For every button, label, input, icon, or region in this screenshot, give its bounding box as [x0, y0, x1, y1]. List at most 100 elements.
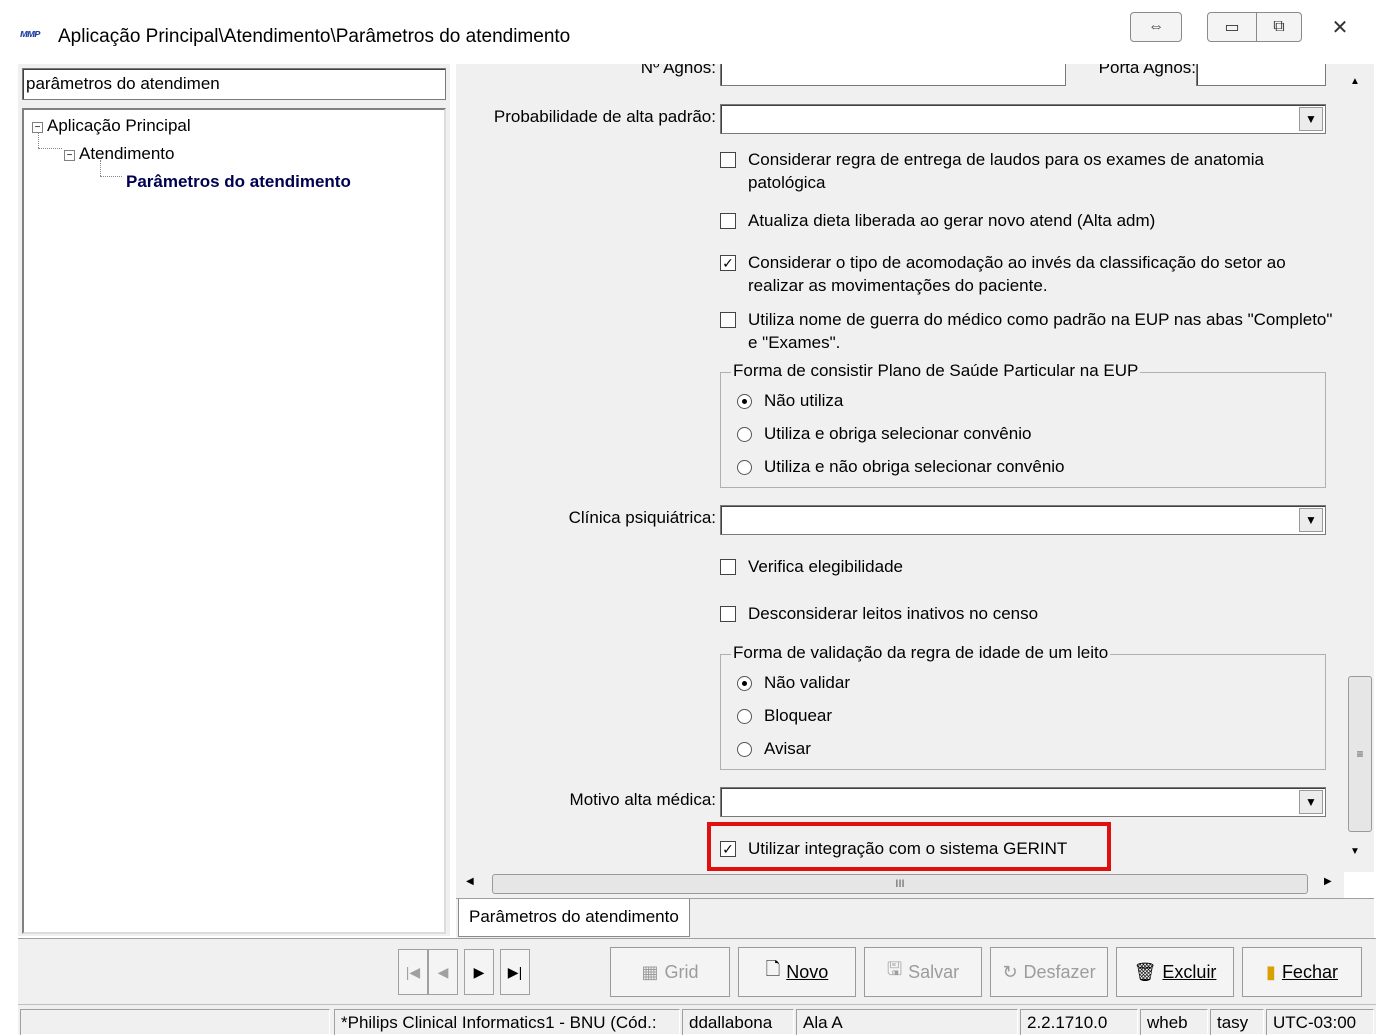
close-icon: ✕ [1331, 16, 1349, 39]
minimize-button[interactable]: ▭ [1207, 12, 1257, 42]
group-idade-title: Forma de validação da regra de idade de … [731, 643, 1111, 663]
salvar-button[interactable]: 🖫 Salvar [864, 947, 982, 997]
radio-idade-nao-validar[interactable]: Não validar [737, 673, 850, 693]
check-dieta[interactable]: Atualiza dieta liberada ao gerar novo at… [720, 209, 1340, 232]
radio-icon[interactable] [737, 708, 752, 724]
grid-icon: ▦ [641, 961, 659, 982]
radio-plano-nao-utiliza[interactable]: Não utiliza [737, 391, 843, 411]
check-leitos[interactable]: Desconsiderar leitos inativos no censo [720, 602, 1340, 625]
radio-icon[interactable] [737, 459, 752, 475]
status-empty [20, 1009, 330, 1035]
radio-label: Não utiliza [764, 391, 844, 410]
novo-button[interactable]: 🗋 Novo [738, 947, 856, 997]
radio-icon[interactable] [737, 741, 752, 757]
scroll-left-icon[interactable]: ◀ [466, 876, 474, 887]
prev-record-button[interactable]: ◀ [428, 949, 458, 995]
group-plano-saude: Forma de consistir Plano de Saúde Partic… [720, 361, 1326, 488]
salvar-label: Salvar [908, 961, 960, 982]
check-acomodacao-label: Considerar o tipo de acomodação ao invés… [748, 253, 1286, 295]
exit-door-icon: ▮ [1266, 961, 1276, 982]
highlight-box [707, 822, 1111, 871]
check-laudos-label: Considerar regra de entrega de laudos pa… [748, 150, 1264, 192]
status-company: *Philips Clinical Informatics1 - BNU (Có… [334, 1009, 680, 1035]
left-edge [0, 64, 18, 1034]
motivo-select[interactable]: ▼ [720, 787, 1326, 817]
last-record-button[interactable]: ▶| [500, 949, 530, 995]
first-record-button[interactable]: |◀ [398, 949, 428, 995]
excluir-button[interactable]: 🗑 Excluir [1116, 947, 1234, 997]
agnos-field[interactable] [720, 64, 1066, 86]
agnos-label: Nº Agnos: [640, 64, 716, 77]
desfazer-label: Desfazer [1023, 961, 1096, 982]
porta-agnos-field[interactable] [1196, 64, 1326, 86]
radio-plano-obriga[interactable]: Utiliza e obriga selecionar convênio [737, 424, 1031, 444]
hscroll-thumb[interactable]: III [492, 874, 1308, 894]
status-ala: Ala A [796, 1009, 1018, 1035]
new-document-icon: 🗋 [765, 959, 781, 979]
navigation-panel: −Aplicação Principal −Atendimento Parâme… [18, 64, 450, 936]
title-bar: ᴍᴍᴘ Aplicação Principal\Atendimento\Parâ… [0, 0, 1376, 64]
maximize-icon: ⧉ [1273, 18, 1285, 35]
status-schema: tasy [1210, 1009, 1264, 1035]
scroll-up-icon[interactable]: ▲ [1350, 76, 1360, 87]
horizontal-scrollbar[interactable]: ◀ III ▶ [456, 872, 1344, 898]
last-icon: ▶| [507, 963, 523, 980]
scroll-right-icon[interactable]: ▶ [1324, 876, 1332, 887]
scroll-down-icon[interactable]: ▼ [1350, 846, 1360, 857]
navigation-tree: − Aplicação Principal − Atendimento Parâme… [22, 108, 446, 934]
porta-agnos-label: Porta Agnos: [1098, 64, 1196, 77]
check-laudos[interactable]: Considerar regra de entrega de laudos pa… [720, 148, 1340, 194]
grid-button[interactable]: ▦ Grid [610, 947, 730, 997]
clinica-select[interactable]: ▼ [720, 505, 1326, 535]
tab-parametros[interactable]: Parâmetros do atendimento [458, 899, 690, 937]
radio-icon[interactable] [737, 426, 752, 442]
check-dieta-label: Atualiza dieta liberada ao gerar novo at… [748, 211, 1156, 230]
status-bar: *Philips Clinical Informatics1 - BNU (Có… [18, 1004, 1376, 1035]
radio-selected-icon[interactable] [737, 393, 752, 409]
checkbox-icon[interactable] [720, 152, 736, 168]
search-input[interactable] [22, 68, 446, 100]
checkbox-icon[interactable] [720, 312, 736, 328]
dropdown-arrow-icon[interactable]: ▼ [1299, 508, 1323, 532]
collapse-icon[interactable]: − [64, 150, 75, 161]
close-button[interactable]: ✕ [1318, 12, 1362, 42]
checkbox-icon[interactable] [720, 606, 736, 622]
group-idade-leito: Forma de validação da regra de idade de … [720, 643, 1326, 770]
status-user: ddallabona [682, 1009, 794, 1035]
tree-node-parametros[interactable]: Parâmetros do atendimento [126, 172, 351, 192]
check-guerra-label: Utiliza nome de guerra do médico como pa… [748, 310, 1333, 352]
radio-idade-avisar[interactable]: Avisar [737, 739, 811, 759]
checkbox-icon[interactable] [720, 559, 736, 575]
status-db-user: wheb [1140, 1009, 1208, 1035]
desfazer-button[interactable]: ↻ Desfazer [990, 947, 1108, 997]
checkbox-icon[interactable] [720, 213, 736, 229]
fechar-button[interactable]: ▮ Fechar [1242, 947, 1362, 997]
save-icon: 🖫 [886, 959, 903, 979]
check-elegibilidade-label: Verifica elegibilidade [748, 557, 903, 576]
resize-arrows-button[interactable]: ⇔ [1130, 12, 1182, 42]
grid-label: Grid [664, 961, 699, 982]
dropdown-arrow-icon[interactable]: ▼ [1299, 790, 1323, 814]
first-icon: |◀ [405, 963, 421, 980]
checkmark-icon[interactable]: ✓ [720, 255, 736, 271]
maximize-button[interactable]: ⧉ [1256, 12, 1302, 42]
check-guerra[interactable]: Utiliza nome de guerra do médico como pa… [720, 308, 1340, 354]
radio-idade-bloquear[interactable]: Bloquear [737, 706, 832, 726]
check-elegibilidade[interactable]: Verifica elegibilidade [720, 555, 1340, 578]
toolbar: |◀ ◀ ▶ ▶| ▦ Grid 🗋 Novo 🖫 Salvar ↻ Desfazer … [18, 938, 1376, 1004]
window-title: Aplicação Principal\Atendimento\Parâmetr… [58, 26, 571, 47]
arrows-icon: ⇔ [1148, 18, 1164, 35]
tree-node-atendimento[interactable]: − Atendimento [64, 144, 174, 164]
check-acomodacao[interactable]: ✓ Considerar o tipo de acomodação ao inv… [720, 251, 1342, 297]
radio-selected-icon[interactable] [737, 675, 752, 691]
radio-label: Não validar [764, 673, 850, 692]
prob-alta-select[interactable]: ▼ [720, 104, 1326, 134]
fechar-label: Fechar [1281, 961, 1338, 982]
tree-node-root[interactable]: − Aplicação Principal [32, 116, 191, 136]
next-record-button[interactable]: ▶ [464, 949, 494, 995]
dropdown-arrow-icon[interactable]: ▼ [1299, 107, 1323, 131]
vertical-scrollbar[interactable]: ▲ ≡ ▼ [1344, 64, 1374, 872]
undo-icon: ↻ [1002, 961, 1018, 982]
radio-plano-nao-obriga[interactable]: Utiliza e não obriga selecionar convênio [737, 457, 1065, 477]
scroll-thumb[interactable]: ≡ [1348, 676, 1372, 832]
